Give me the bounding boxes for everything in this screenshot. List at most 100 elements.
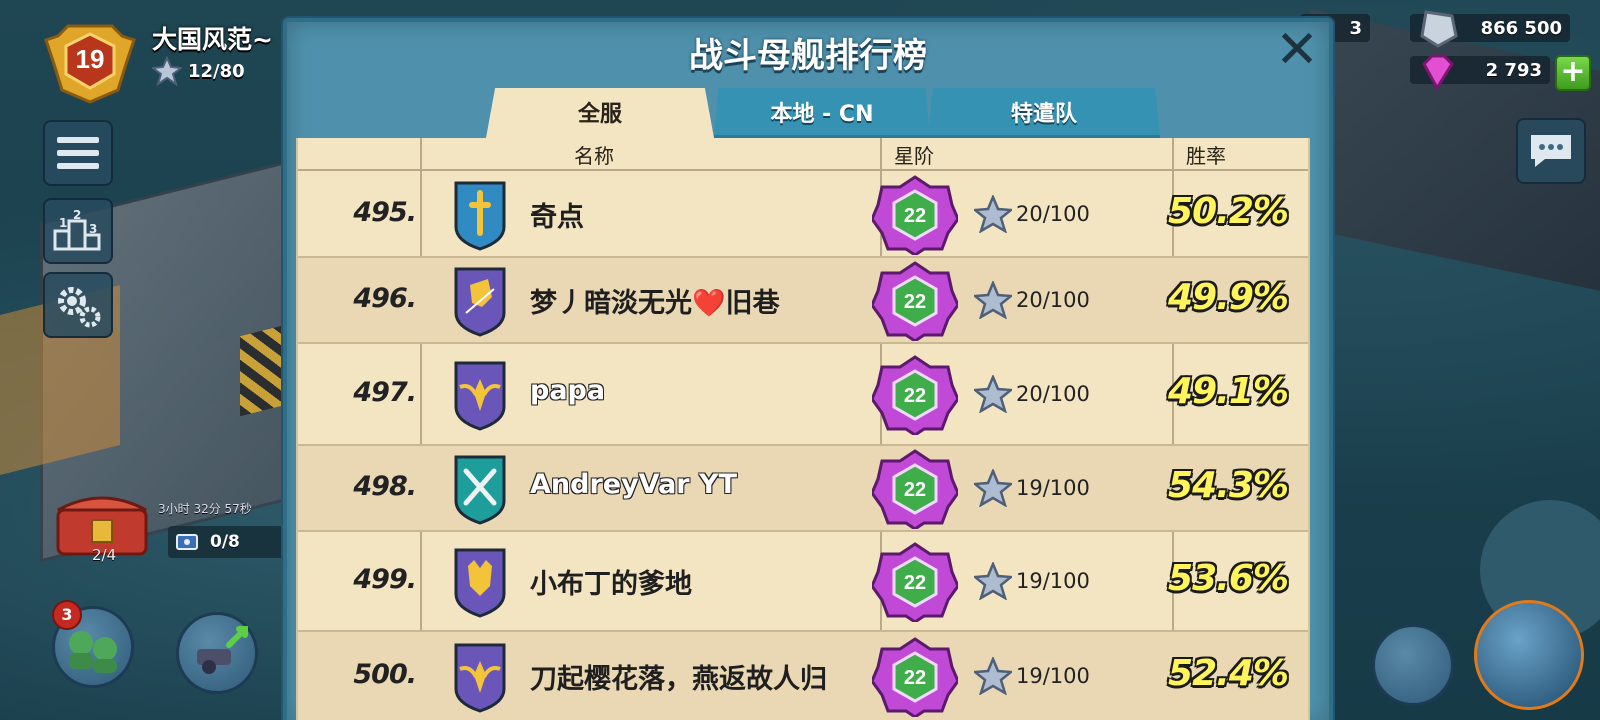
chat-button[interactable] bbox=[1516, 118, 1586, 184]
player-name-cell: 小布丁的爹地 bbox=[530, 569, 692, 600]
svg-text:3: 3 bbox=[89, 222, 97, 236]
chest-count: 2/4 bbox=[92, 546, 117, 564]
tab-local-cn[interactable]: 本地 - CN bbox=[714, 88, 930, 138]
crossed-rifles-shield-icon bbox=[454, 455, 506, 525]
player-stars: 12/80 bbox=[152, 56, 245, 86]
close-button[interactable]: ✕ bbox=[1275, 24, 1319, 76]
tier-badge-icon: 22 bbox=[872, 355, 958, 435]
winged-shield-icon bbox=[454, 361, 506, 431]
player-stars-value: 12/80 bbox=[188, 60, 245, 82]
iron-icon bbox=[1420, 10, 1458, 48]
leaderboard-table: 名称 星阶 胜率 495. 奇点 22 20/100 50.2% 496. 梦丿… bbox=[296, 138, 1310, 720]
stars-progress: 20/100 bbox=[1016, 201, 1090, 226]
chat-icon bbox=[1531, 135, 1571, 167]
column-header-tier: 星阶 bbox=[894, 144, 934, 168]
rank-number: 496. bbox=[353, 283, 417, 314]
buy-gems-button[interactable]: + bbox=[1555, 55, 1591, 91]
dagger-shield-icon bbox=[454, 181, 506, 251]
key-count: 0/8 bbox=[210, 532, 240, 552]
player-name: 大国风范~ bbox=[152, 25, 273, 54]
tier-value: 22 bbox=[904, 291, 926, 313]
tier-badge-icon: 22 bbox=[872, 174, 958, 255]
table-row[interactable]: 500. 刀起樱花落，燕返故人归 22 19/100 52.4% bbox=[298, 632, 1308, 720]
tier-value: 22 bbox=[904, 479, 926, 501]
player-level-badge[interactable]: 19 bbox=[38, 20, 142, 104]
player-name-cell: AndreyVar YT bbox=[530, 469, 737, 500]
tier-value: 22 bbox=[904, 667, 926, 689]
iron-amount: 866 500 bbox=[1480, 17, 1562, 39]
rank-number: 495. bbox=[353, 196, 417, 228]
key-icon bbox=[176, 534, 198, 550]
tier-badge-icon: 22 bbox=[872, 637, 958, 717]
win-rate: 49.1% bbox=[1168, 371, 1289, 412]
winged-shield-icon bbox=[454, 643, 506, 713]
tier-value: 22 bbox=[904, 572, 926, 594]
rank-number: 500. bbox=[353, 659, 417, 690]
chest-timer: 3小时 32分 57秒 bbox=[158, 502, 252, 516]
tier-badge-icon: 22 bbox=[872, 261, 958, 341]
svg-text:1: 1 bbox=[59, 216, 67, 230]
table-row[interactable]: 498. AndreyVar YT 22 19/100 54.3% bbox=[298, 446, 1308, 532]
silver-star-icon bbox=[974, 657, 1012, 695]
stars-progress: 19/100 bbox=[1016, 664, 1090, 688]
leaderboard-button[interactable]: 1 2 3 bbox=[43, 198, 113, 264]
tier-badge-icon: 22 bbox=[872, 449, 958, 529]
close-icon: ✕ bbox=[1275, 20, 1319, 80]
attack-button[interactable] bbox=[1474, 600, 1584, 710]
silver-star-icon bbox=[974, 375, 1012, 413]
win-rate: 54.3% bbox=[1168, 465, 1289, 506]
win-rate: 53.6% bbox=[1168, 558, 1289, 599]
rank-number: 498. bbox=[353, 471, 417, 502]
player-name-cell: 刀起樱花落，燕返故人归 bbox=[530, 664, 827, 695]
player-name-cell: 奇点 bbox=[530, 201, 584, 233]
table-row[interactable]: 499. 小布丁的爹地 22 19/100 53.6% bbox=[298, 532, 1308, 632]
upgrade-button[interactable] bbox=[176, 612, 258, 694]
tab-global[interactable]: 全服 bbox=[486, 88, 714, 138]
stars-progress: 20/100 bbox=[1016, 288, 1090, 312]
settings-gear-icon bbox=[58, 287, 101, 328]
win-rate: 50.2% bbox=[1168, 190, 1289, 232]
svg-text:2: 2 bbox=[73, 209, 81, 222]
headquarters-button[interactable] bbox=[1372, 624, 1454, 706]
silver-star-icon bbox=[974, 194, 1012, 233]
table-row[interactable]: 497. papa 22 20/100 49.1% bbox=[298, 344, 1308, 446]
silver-star-icon bbox=[974, 469, 1012, 507]
wolf-shield-icon bbox=[454, 548, 506, 618]
menu-button[interactable] bbox=[43, 120, 113, 186]
table-header: 名称 星阶 胜率 bbox=[298, 138, 1308, 171]
tier-value: 22 bbox=[904, 385, 926, 407]
gem-icon bbox=[1422, 54, 1454, 91]
tier-badge-icon: 22 bbox=[872, 542, 958, 622]
win-rate: 52.4% bbox=[1168, 653, 1289, 694]
stars-progress: 19/100 bbox=[1016, 569, 1090, 593]
silver-star-icon bbox=[974, 562, 1012, 600]
tier-value: 22 bbox=[904, 205, 926, 227]
notification-badge: 3 bbox=[52, 600, 82, 630]
column-header-winrate: 胜率 bbox=[1186, 144, 1226, 168]
player-level: 19 bbox=[76, 44, 105, 74]
key-counter: 0/8 bbox=[168, 526, 288, 558]
stars-progress: 19/100 bbox=[1016, 476, 1090, 500]
settings-button[interactable] bbox=[43, 272, 113, 338]
stars-progress: 20/100 bbox=[1016, 382, 1090, 406]
level-shield-icon: 19 bbox=[44, 24, 136, 104]
win-rate: 49.9% bbox=[1168, 277, 1289, 318]
rank-number: 499. bbox=[353, 564, 417, 595]
player-name-cell: 梦丿暗淡无光❤️旧巷 bbox=[530, 288, 780, 319]
leaderboard-icon: 1 2 3 bbox=[53, 209, 101, 251]
rank-number: 497. bbox=[353, 377, 417, 408]
cannon-upgrade-icon bbox=[197, 626, 248, 674]
table-row[interactable]: 495. 奇点 22 20/100 50.2% bbox=[298, 171, 1308, 258]
panel-title: 战斗母舰排行榜 bbox=[689, 36, 927, 76]
table-row[interactable]: 496. 梦丿暗淡无光❤️旧巷 22 20/100 49.9% bbox=[298, 258, 1308, 344]
player-name-cell: papa bbox=[530, 375, 606, 406]
tab-task-force[interactable]: 特遣队 bbox=[928, 88, 1160, 138]
partial-resource-value: 3 bbox=[1349, 17, 1362, 39]
silver-star-icon bbox=[974, 281, 1012, 319]
menu-icon bbox=[57, 137, 99, 169]
gems-amount: 2 793 bbox=[1485, 59, 1542, 81]
fist-shield-icon bbox=[454, 267, 506, 337]
column-header-name: 名称 bbox=[574, 144, 614, 168]
silver-star-icon bbox=[152, 56, 182, 86]
plus-icon: + bbox=[1560, 54, 1586, 89]
